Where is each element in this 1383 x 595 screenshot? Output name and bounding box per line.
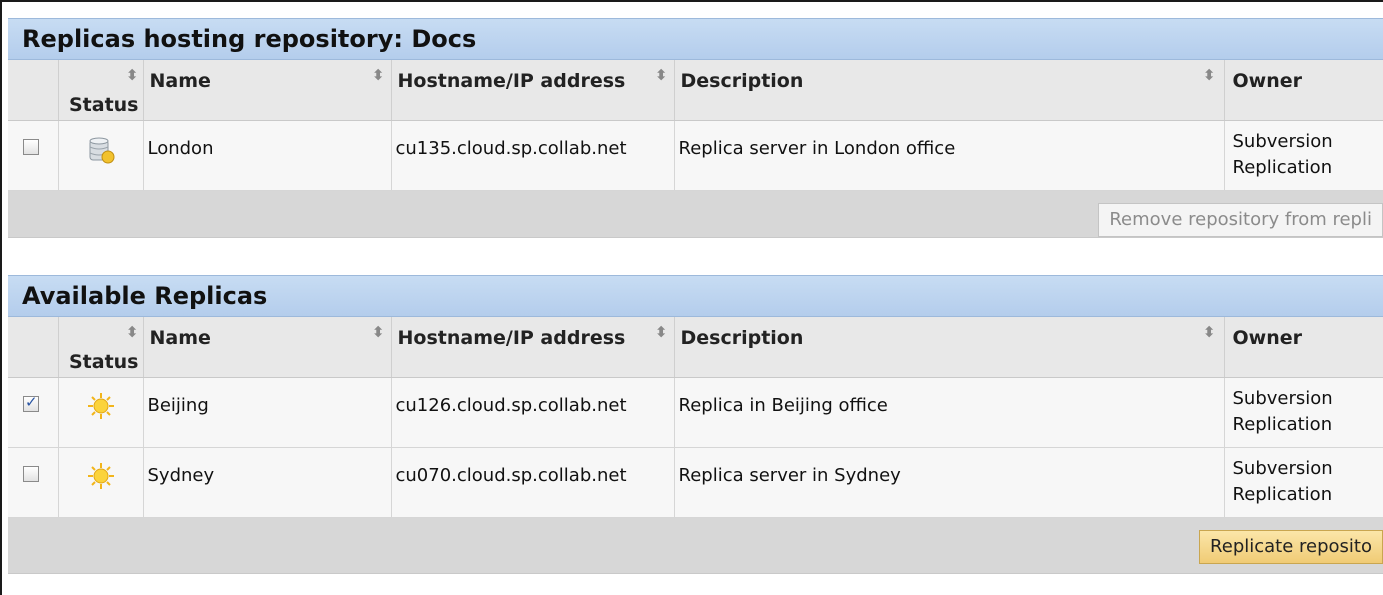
replica-name: Sydney <box>147 464 215 486</box>
sort-icon[interactable]: ⬍ <box>372 325 385 340</box>
sort-icon[interactable]: ⬍ <box>1203 68 1216 83</box>
description-column-header[interactable]: Description ⬍ <box>674 60 1225 121</box>
remove-from-replica-button[interactable]: Remove repository from repli <box>1098 202 1383 237</box>
status-column-header[interactable]: ⬍ Status <box>58 317 144 378</box>
sort-icon[interactable]: ⬍ <box>655 68 668 83</box>
replica-owner: Subversion Replication <box>1232 387 1333 435</box>
replica-host: cu126.cloud.sp.collab.net <box>395 394 627 416</box>
sort-icon[interactable]: ⬍ <box>1203 325 1216 340</box>
replica-host: cu135.cloud.sp.collab.net <box>395 137 627 159</box>
table-row[interactable]: Beijing cu126.cloud.sp.collab.net Replic… <box>8 377 1383 448</box>
hostname-column-header[interactable]: Hostname/IP address ⬍ <box>391 317 675 378</box>
table-footer: Replicate reposito <box>8 517 1383 574</box>
table-header-row: ⬍ Status Name ⬍ Hostname/IP address ⬍ De… <box>8 60 1383 121</box>
sort-icon[interactable]: ⬍ <box>372 68 385 83</box>
hosting-replicas-table: ⬍ Status Name ⬍ Hostname/IP address ⬍ De… <box>8 60 1383 191</box>
panel-title: Available Replicas <box>8 275 1383 317</box>
row-checkbox[interactable] <box>23 393 39 412</box>
replica-description: Replica server in Sydney <box>678 464 901 486</box>
row-checkbox[interactable] <box>23 138 39 155</box>
panel-title: Replicas hosting repository: Docs <box>8 18 1383 60</box>
status-column-header[interactable]: ⬍ Status <box>58 60 144 121</box>
replica-name: Beijing <box>147 394 209 416</box>
replica-description: Replica in Beijing office <box>678 394 888 416</box>
name-column-header[interactable]: Name ⬍ <box>143 317 392 378</box>
hosting-replicas-panel: Replicas hosting repository: Docs ⬍ Stat… <box>8 18 1383 238</box>
table-row[interactable]: London cu135.cloud.sp.collab.net Replica… <box>8 120 1383 191</box>
replica-host: cu070.cloud.sp.collab.net <box>395 464 627 486</box>
description-column-header[interactable]: Description ⬍ <box>674 317 1225 378</box>
name-column-header[interactable]: Name ⬍ <box>143 60 392 121</box>
sort-icon[interactable]: ⬍ <box>126 325 139 340</box>
select-column-header <box>8 317 59 378</box>
replica-owner: Subversion Replication <box>1232 457 1333 505</box>
database-icon <box>89 137 114 163</box>
replica-description: Replica server in London office <box>678 137 956 159</box>
hostname-column-header[interactable]: Hostname/IP address ⬍ <box>391 60 675 121</box>
sun-icon <box>87 462 114 489</box>
sun-icon <box>87 392 114 419</box>
available-replicas-panel: Available Replicas ⬍ Status Name ⬍ Hostn… <box>8 275 1383 574</box>
replica-owner: Subversion Replication <box>1232 130 1333 178</box>
row-checkbox[interactable] <box>23 465 39 482</box>
table-row[interactable]: Sydney cu070.cloud.sp.collab.net Replica… <box>8 447 1383 518</box>
table-footer: Remove repository from repli <box>8 190 1383 238</box>
sort-icon[interactable]: ⬍ <box>655 325 668 340</box>
sort-icon[interactable]: ⬍ <box>126 68 139 83</box>
owner-column-header[interactable]: Owner <box>1224 317 1383 378</box>
select-column-header <box>8 60 59 121</box>
replicate-repository-button[interactable]: Replicate reposito <box>1199 529 1383 564</box>
available-replicas-table: ⬍ Status Name ⬍ Hostname/IP address ⬍ De… <box>8 317 1383 518</box>
replica-name: London <box>147 137 214 159</box>
table-header-row: ⬍ Status Name ⬍ Hostname/IP address ⬍ De… <box>8 317 1383 378</box>
owner-column-header[interactable]: Owner <box>1224 60 1383 121</box>
